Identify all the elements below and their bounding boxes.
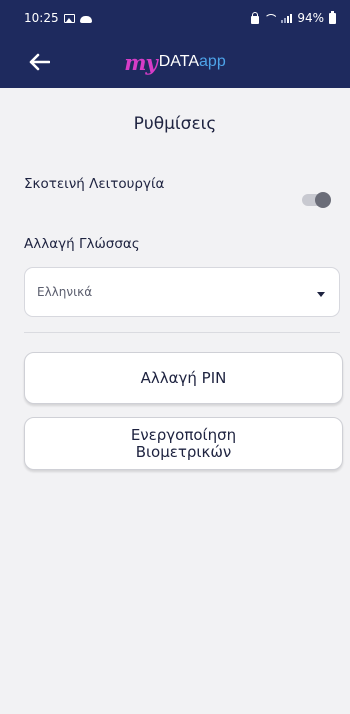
status-time: 10:25 [24,11,59,25]
enable-biometrics-button[interactable]: Ενεργοποίηση Βιομετρικών [24,417,343,470]
back-button[interactable] [24,48,54,76]
logo-app: app [199,53,226,70]
battery-percent: 94% [297,11,324,25]
change-pin-button[interactable]: Αλλαγή PIN [24,352,343,404]
status-right: 94% [251,10,336,25]
toggle-knob [315,192,331,208]
logo-data: DATA [158,53,200,70]
enable-biometrics-label: Ενεργοποίηση Βιομετρικών [130,425,237,461]
status-bar: 10:25 94% [0,0,350,36]
battery-icon [329,10,336,24]
dark-mode-toggle[interactable] [302,192,331,208]
divider [24,332,340,333]
app-header: my DATA app [0,36,350,88]
gallery-icon [63,13,75,23]
language-value: Ελληνικά [37,285,93,299]
lock-icon [251,11,260,24]
chevron-down-icon [317,291,325,297]
language-label: Αλλαγή Γλώσσας [24,236,140,252]
logo-my: my [124,49,157,75]
dark-mode-label: Σκοτεινή Λειτουργία [24,176,165,192]
cloud-icon [79,15,92,23]
change-pin-label: Αλλαγή PIN [140,369,227,387]
status-left: 10:25 [24,11,92,25]
wifi-icon [264,12,276,24]
language-select[interactable]: Ελληνικά [24,267,340,317]
signal-icon [281,13,293,23]
page-title: Ρυθμίσεις [133,114,217,134]
back-arrow-icon [29,53,50,71]
